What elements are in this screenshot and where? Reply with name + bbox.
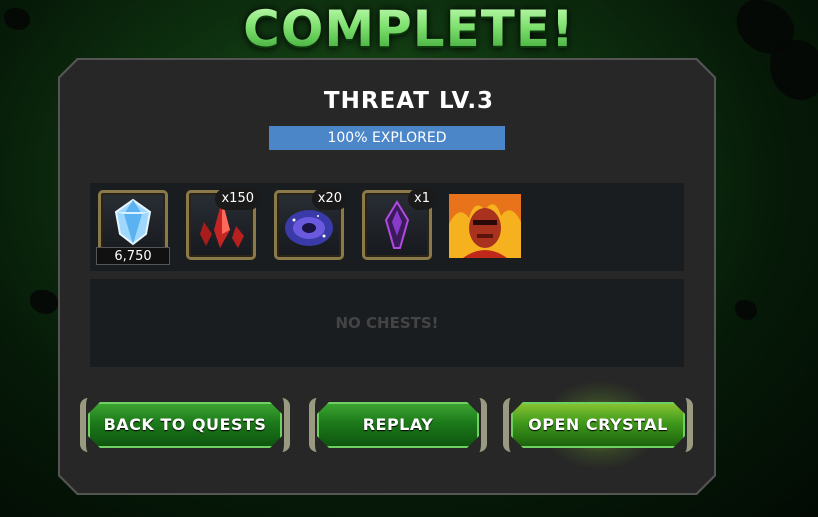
asteroid (735, 300, 757, 320)
button-label: BACK TO QUESTS (103, 415, 267, 434)
reward-count-badge: x150 (215, 188, 260, 210)
quest-name: THREAT LV.3 (323, 88, 495, 114)
button-label: OPEN CRYSTAL (528, 415, 668, 434)
reward-slot[interactable]: x150 (186, 188, 260, 260)
chests-area: NO CHESTS! (90, 279, 684, 367)
back-to-quests-button[interactable]: BACK TO QUESTS (80, 398, 290, 452)
hero-portrait-icon (449, 194, 521, 258)
exploration-progress-bar: 100% EXPLORED (269, 126, 505, 150)
reward-amount: 6,750 (96, 247, 170, 265)
reward-slot[interactable]: 6,750 (96, 190, 170, 265)
reward-slot[interactable]: x1 (362, 188, 436, 260)
reward-slot[interactable]: x20 (274, 188, 348, 260)
open-crystal-button[interactable]: OPEN CRYSTAL (503, 398, 693, 452)
button-label: REPLAY (362, 415, 434, 434)
asteroid (30, 290, 58, 314)
replay-button[interactable]: REPLAY (309, 398, 487, 452)
complete-title: COMPLETE! (0, 0, 818, 60)
progress-label: 100% EXPLORED (327, 130, 447, 146)
reward-hero-portrait[interactable] (449, 194, 521, 258)
reward-count-badge: x20 (311, 188, 348, 210)
reward-count-badge: x1 (408, 188, 436, 210)
